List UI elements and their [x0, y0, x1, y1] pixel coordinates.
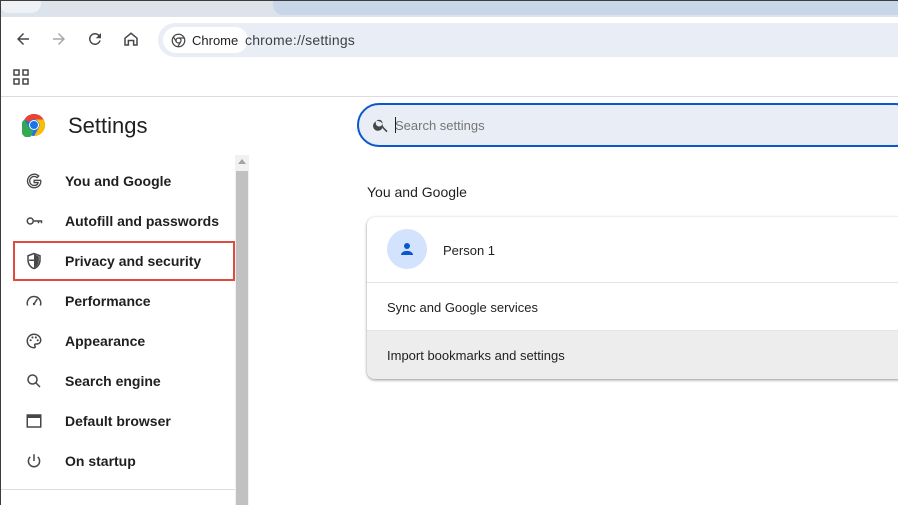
avatar: [387, 229, 427, 269]
sidebar-item-label: Appearance: [65, 333, 146, 349]
sidebar-item-autofill[interactable]: Autofill and passwords: [13, 201, 235, 241]
person-icon: [401, 243, 413, 255]
search-icon: [27, 374, 41, 388]
profile-row[interactable]: Person 1: [367, 217, 898, 283]
shield-icon: [27, 252, 41, 270]
site-chip-label: Chrome: [192, 32, 239, 48]
palette-icon: [26, 333, 42, 349]
text-cursor: [395, 117, 396, 133]
scroll-up-arrow[interactable]: [238, 159, 246, 164]
section-title: You and Google: [367, 184, 467, 200]
sidebar-item-default-browser[interactable]: Default browser: [13, 401, 235, 441]
settings-sidebar: You and Google Autofill and passwords Pr…: [1, 155, 235, 505]
scroll-thumb[interactable]: [236, 171, 248, 505]
tab-strip: [1, 1, 898, 17]
url-text[interactable]: chrome://settings: [245, 32, 355, 48]
home-button[interactable]: [117, 25, 145, 53]
toolbar: Chrome chrome://settings: [1, 17, 898, 63]
sidebar-item-label: Performance: [65, 293, 151, 309]
arrow-left-icon: [17, 33, 29, 45]
apps-grid-icon[interactable]: [13, 69, 29, 85]
sidebar-item-search-engine[interactable]: Search engine: [13, 361, 235, 401]
search-input[interactable]: [395, 114, 795, 136]
row-label: Import bookmarks and settings: [387, 348, 565, 363]
google-g-icon: [26, 173, 42, 189]
home-icon: [124, 32, 138, 46]
sidebar-item-performance[interactable]: Performance: [13, 281, 235, 321]
browser-window: Chrome chrome://settings Settings Search…: [0, 0, 898, 505]
browser-window-icon: [26, 414, 42, 428]
sync-and-google-services-row[interactable]: Sync and Google services: [367, 283, 898, 331]
back-button[interactable]: [9, 25, 37, 53]
sidebar-item-label: Search engine: [65, 373, 161, 389]
bookmarks-bar: [1, 63, 898, 97]
power-icon: [27, 454, 41, 468]
key-icon: [26, 217, 43, 225]
search-settings-box[interactable]: [357, 103, 898, 147]
sidebar-item-label: You and Google: [65, 173, 172, 189]
sidebar-item-appearance[interactable]: Appearance: [13, 321, 235, 361]
chrome-icon: [171, 33, 186, 47]
sidebar-item-label: Default browser: [65, 413, 171, 429]
address-bar[interactable]: Chrome chrome://settings: [158, 23, 898, 57]
tab-inactive[interactable]: [1, 1, 41, 13]
sidebar-item-you-and-google[interactable]: You and Google: [13, 161, 235, 201]
tab-active[interactable]: [273, 1, 898, 15]
row-label: Sync and Google services: [387, 300, 539, 315]
sidebar-item-privacy-and-security[interactable]: Privacy and security: [13, 241, 235, 281]
forward-button[interactable]: [45, 25, 73, 53]
sidebar-divider: [1, 489, 235, 490]
reload-icon: [88, 32, 101, 45]
page-title: Settings: [68, 113, 148, 138]
speedometer-icon: [26, 295, 42, 306]
sidebar-item-label: On startup: [65, 453, 136, 469]
profile-name: Person 1: [443, 243, 496, 258]
arrow-right-icon: [53, 33, 65, 45]
sidebar-item-label: Privacy and security: [65, 253, 202, 269]
reload-button[interactable]: [81, 25, 109, 53]
site-info-chip[interactable]: Chrome: [163, 27, 249, 53]
search-icon: [373, 119, 388, 133]
settings-header: Settings: [1, 97, 898, 155]
you-and-google-card: Person 1 Sync and Google services Import…: [367, 217, 898, 379]
import-bookmarks-row[interactable]: Import bookmarks and settings: [367, 331, 898, 379]
sidebar-scrollbar[interactable]: [235, 155, 249, 505]
sidebar-item-on-startup[interactable]: On startup: [13, 441, 235, 481]
chrome-logo-icon: [22, 114, 46, 137]
sidebar-item-label: Autofill and passwords: [65, 213, 220, 229]
